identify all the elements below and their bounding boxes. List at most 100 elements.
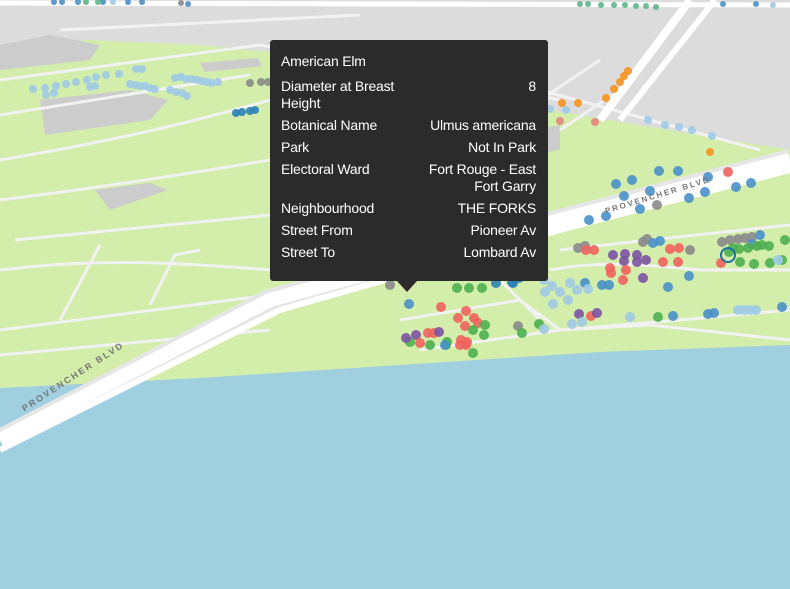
tree-point[interactable] — [468, 348, 478, 358]
tree-point[interactable] — [185, 1, 191, 7]
tree-point[interactable] — [251, 106, 259, 114]
tree-point[interactable] — [708, 132, 716, 140]
tree-point[interactable] — [415, 338, 425, 348]
tree-point[interactable] — [749, 259, 759, 269]
tree-point[interactable] — [658, 257, 668, 267]
tree-point[interactable] — [764, 241, 774, 251]
tree-point[interactable] — [540, 287, 550, 297]
tree-point[interactable] — [72, 78, 80, 86]
tree-point[interactable] — [655, 236, 665, 246]
tree-point[interactable] — [29, 85, 37, 93]
tree-point[interactable] — [401, 333, 411, 343]
tree-point[interactable] — [50, 89, 58, 97]
tree-point[interactable] — [583, 284, 593, 294]
tree-point[interactable] — [652, 200, 662, 210]
tree-point[interactable] — [654, 166, 664, 176]
tree-point[interactable] — [632, 257, 642, 267]
tree-point[interactable] — [577, 1, 583, 7]
tree-point[interactable] — [592, 308, 602, 318]
tree-point[interactable] — [643, 3, 649, 9]
tree-point[interactable] — [653, 312, 663, 322]
tree-point[interactable] — [684, 193, 694, 203]
tree-point[interactable] — [517, 328, 527, 338]
tree-point[interactable] — [91, 82, 99, 90]
tree-point[interactable] — [83, 76, 91, 84]
tree-point[interactable] — [663, 282, 673, 292]
tree-point[interactable] — [685, 245, 695, 255]
tree-point[interactable] — [574, 99, 582, 107]
tree-point[interactable] — [644, 116, 652, 124]
tree-point[interactable] — [675, 123, 683, 131]
tree-point[interactable] — [385, 280, 395, 290]
tree-point[interactable] — [461, 306, 471, 316]
tree-point[interactable] — [434, 327, 444, 337]
tree-point[interactable] — [591, 118, 599, 126]
tree-point[interactable] — [562, 106, 570, 114]
tree-point[interactable] — [641, 255, 651, 265]
tree-point[interactable] — [627, 175, 637, 185]
tree-point[interactable] — [700, 187, 710, 197]
tree-point[interactable] — [621, 265, 631, 275]
tree-point[interactable] — [440, 340, 450, 350]
tree-point[interactable] — [556, 117, 564, 125]
tree-point[interactable] — [151, 85, 159, 93]
tree-point[interactable] — [665, 244, 675, 254]
tree-point[interactable] — [753, 1, 759, 7]
tree-point[interactable] — [62, 80, 70, 88]
tree-point[interactable] — [746, 178, 756, 188]
tree-point[interactable] — [720, 1, 726, 7]
tree-point[interactable] — [479, 330, 489, 340]
tree-point[interactable] — [618, 275, 628, 285]
tree-point[interactable] — [238, 108, 246, 116]
tree-point[interactable] — [706, 148, 714, 156]
tree-point[interactable] — [589, 245, 599, 255]
tree-point[interactable] — [602, 94, 610, 102]
tree-point[interactable] — [638, 273, 648, 283]
tree-point[interactable] — [723, 167, 733, 177]
tree-point[interactable] — [468, 325, 478, 335]
tree-point[interactable] — [661, 121, 669, 129]
tree-point[interactable] — [577, 317, 587, 327]
tree-point[interactable] — [616, 78, 624, 86]
tree-point[interactable] — [668, 311, 678, 321]
tree-point[interactable] — [115, 70, 123, 78]
tree-point[interactable] — [604, 280, 614, 290]
tree-point[interactable] — [780, 235, 790, 245]
tree-point[interactable] — [770, 2, 776, 8]
tree-point[interactable] — [461, 340, 471, 350]
tree-point[interactable] — [755, 230, 765, 240]
tree-point[interactable] — [773, 255, 783, 265]
tree-point[interactable] — [404, 299, 414, 309]
tree-point[interactable] — [611, 2, 617, 8]
tree-point[interactable] — [480, 320, 490, 330]
tree-point[interactable] — [42, 91, 50, 99]
tree-point[interactable] — [751, 305, 761, 315]
tree-point[interactable] — [257, 78, 265, 86]
tree-point[interactable] — [709, 308, 719, 318]
tree-point[interactable] — [214, 78, 222, 86]
tree-point[interactable] — [716, 258, 726, 268]
tree-point[interactable] — [619, 256, 629, 266]
tree-point[interactable] — [622, 2, 628, 8]
tree-point[interactable] — [584, 215, 594, 225]
tree-point[interactable] — [585, 1, 591, 7]
tree-point[interactable] — [606, 268, 616, 278]
tree-point[interactable] — [653, 4, 659, 10]
tree-point[interactable] — [673, 166, 683, 176]
tree-point[interactable] — [572, 285, 582, 295]
tree-point[interactable] — [452, 283, 462, 293]
tree-point[interactable] — [425, 340, 435, 350]
tree-point[interactable] — [674, 243, 684, 253]
tree-point[interactable] — [52, 82, 60, 90]
tree-point[interactable] — [92, 73, 100, 81]
tree-point[interactable] — [625, 312, 635, 322]
tree-point[interactable] — [555, 287, 565, 297]
tree-point[interactable] — [684, 271, 694, 281]
tree-point[interactable] — [611, 179, 621, 189]
tree-point[interactable] — [633, 3, 639, 9]
tree-point[interactable] — [777, 302, 787, 312]
tree-point[interactable] — [567, 319, 577, 329]
tree-point[interactable] — [598, 2, 604, 8]
tree-point[interactable] — [608, 250, 618, 260]
tree-point[interactable] — [673, 257, 683, 267]
